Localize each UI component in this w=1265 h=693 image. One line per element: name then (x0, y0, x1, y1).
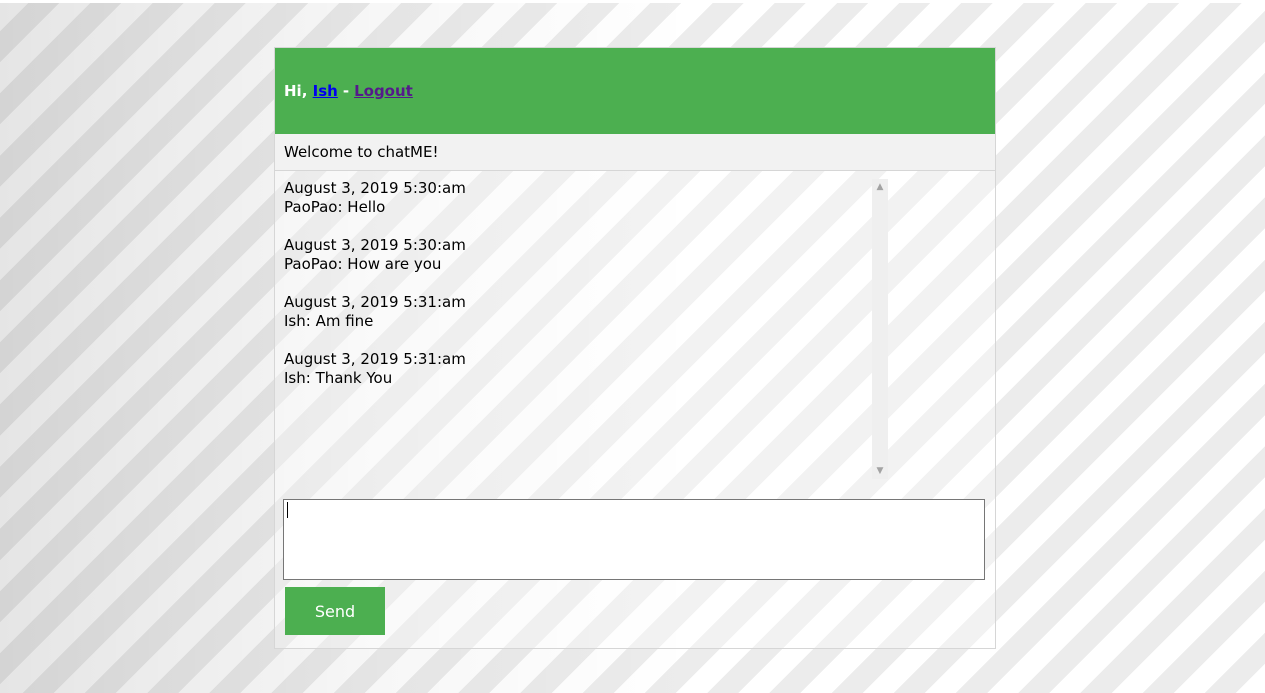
message-timestamp: August 3, 2019 5:31:am (284, 293, 466, 311)
greeting-text: Hi, (284, 82, 308, 100)
message-item: August 3, 2019 5:30:am PaoPao: How are y… (284, 236, 864, 274)
header-menu: Hi, Ish - Logout (275, 48, 995, 134)
chevron-up-icon[interactable]: ▲ (872, 181, 888, 193)
welcome-bar: Welcome to chatME! (275, 134, 995, 171)
chat-scrollbar[interactable]: ▲ ▼ (872, 179, 888, 479)
chat-area: August 3, 2019 5:30:am PaoPao: Hello Aug… (275, 171, 995, 499)
send-button[interactable]: Send (285, 587, 385, 635)
header-separator: - (342, 82, 350, 100)
chat-log[interactable]: August 3, 2019 5:30:am PaoPao: Hello Aug… (284, 179, 864, 479)
message-text: Ish: Am fine (284, 312, 374, 330)
message-text: PaoPao: Hello (284, 198, 386, 216)
username-link[interactable]: Ish (313, 82, 338, 100)
logout-link[interactable]: Logout (354, 82, 413, 100)
welcome-text: Welcome to chatME! (284, 143, 439, 161)
chat-wrapper: Hi, Ish - Logout Welcome to chatME! Augu… (274, 47, 996, 649)
text-cursor (287, 502, 288, 518)
message-timestamp: August 3, 2019 5:30:am (284, 236, 466, 254)
message-text: Ish: Thank You (284, 369, 393, 387)
message-text: PaoPao: How are you (284, 255, 442, 273)
chevron-down-icon[interactable]: ▼ (872, 465, 888, 477)
message-item: August 3, 2019 5:31:am Ish: Thank You (284, 350, 864, 388)
message-timestamp: August 3, 2019 5:30:am (284, 179, 466, 197)
message-input[interactable] (283, 499, 985, 580)
message-item: August 3, 2019 5:30:am PaoPao: Hello (284, 179, 864, 217)
message-item: August 3, 2019 5:31:am Ish: Am fine (284, 293, 864, 331)
message-timestamp: August 3, 2019 5:31:am (284, 350, 466, 368)
window-top-edge (0, 0, 1265, 3)
